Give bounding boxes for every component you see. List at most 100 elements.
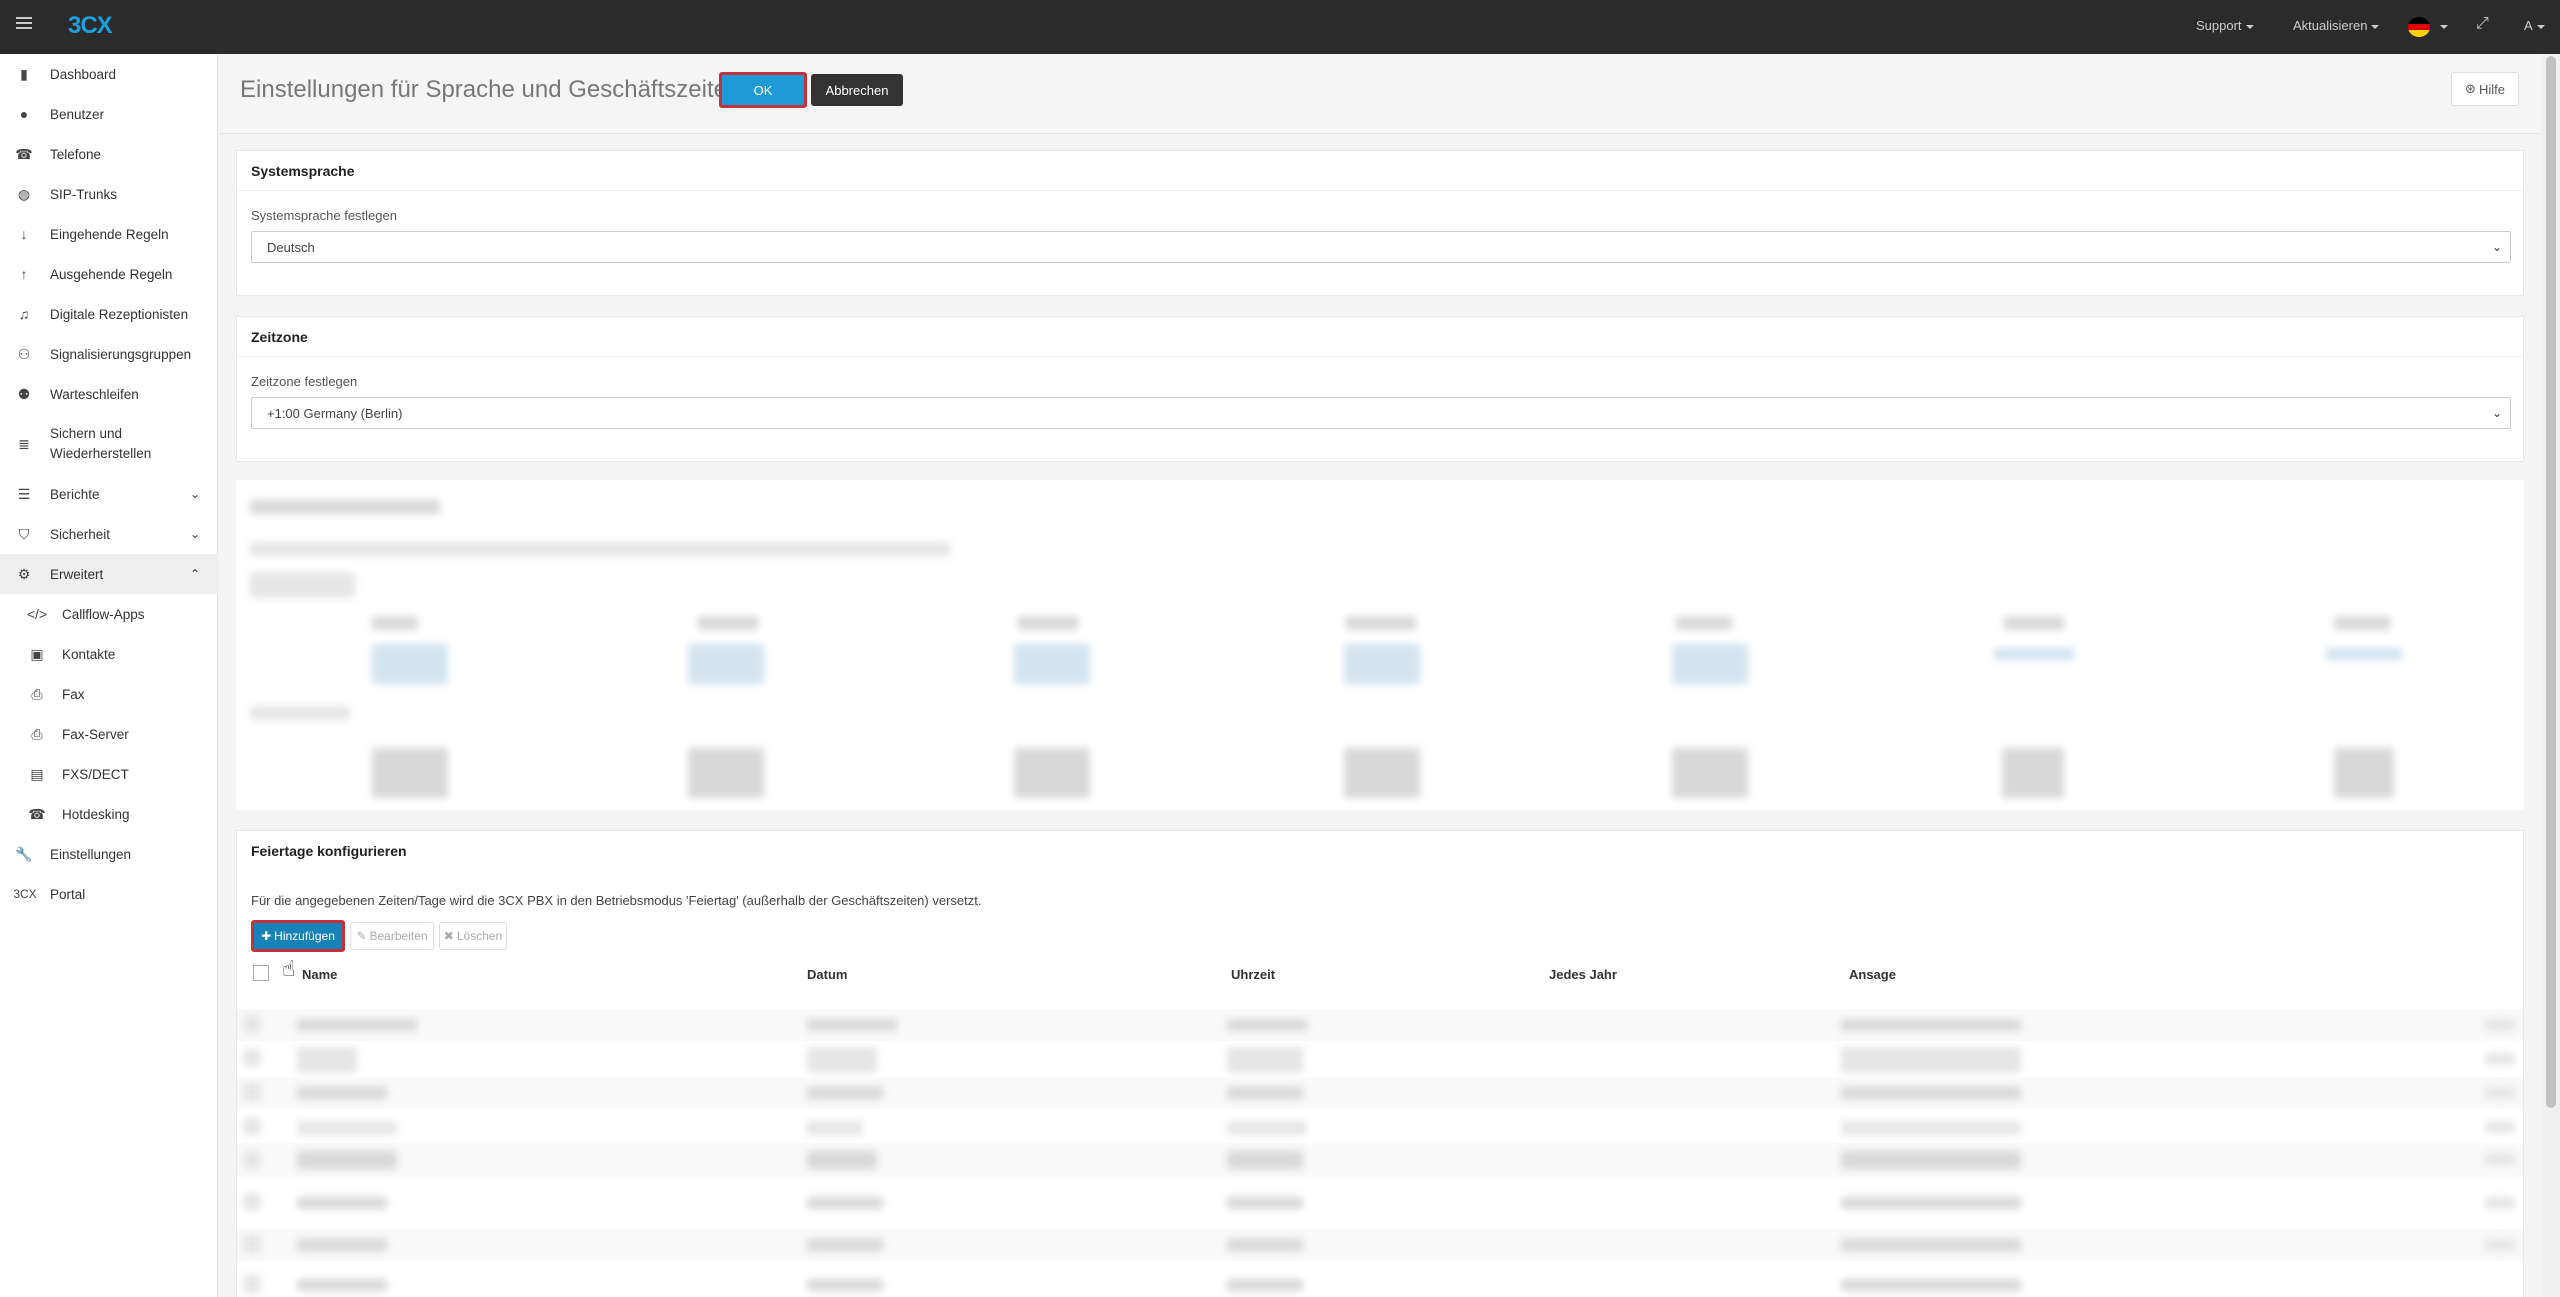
sidebar-item-users[interactable]: ● Benutzer (0, 94, 218, 134)
blurred-section-title (250, 500, 440, 514)
holidays-section-title: Feiertage konfigurieren (251, 843, 407, 859)
table-row[interactable] (237, 1111, 2523, 1143)
sidebar-item-callflow-apps[interactable]: </> Callflow-Apps (0, 594, 218, 634)
delete-holiday-button[interactable]: ✖ Löschen (439, 922, 507, 950)
language-select[interactable]: Deutsch ⌄ (251, 231, 2511, 263)
cog-icon: ⚙ (17, 565, 31, 582)
arrow-up-icon: ↑ (20, 266, 28, 282)
wrench-icon: 🔧 (15, 845, 33, 862)
sidebar-item-outbound-rules[interactable]: ↑ Ausgehende Regeln (0, 254, 218, 294)
fullscreen-icon[interactable]: ⤢ (2476, 15, 2489, 33)
column-header-time[interactable]: Uhrzeit (1231, 967, 1275, 982)
top-bar: 3CX Support Aktualisieren ⤢ A (0, 0, 2560, 54)
chevron-down-icon: ⌄ (2491, 406, 2502, 420)
fax-icon: ⎙ (31, 685, 43, 702)
chevron-up-icon: ⌃ (189, 567, 200, 581)
list-icon: ☰ (17, 485, 31, 502)
close-icon: ✖ (443, 929, 454, 943)
table-row[interactable] (237, 1187, 2523, 1219)
user-icon: ● (19, 106, 29, 122)
support-menu[interactable]: Support (2196, 18, 2254, 33)
help-icon: ⊛ (2465, 81, 2476, 96)
sidebar-item-reports[interactable]: ☰ Berichte ⌄ (0, 474, 218, 514)
blurred-description (250, 542, 950, 556)
help-button[interactable]: ⊛ Hilfe (2451, 72, 2519, 106)
plus-icon: ✚ (261, 929, 272, 943)
table-row[interactable] (237, 1043, 2523, 1075)
sidebar-item-digital-receptionists[interactable]: ♫ Digitale Rezeptionisten (0, 294, 218, 334)
database-icon: ≣ (18, 435, 30, 452)
logo[interactable]: 3CX (68, 12, 113, 40)
hamburger-menu-icon[interactable] (16, 17, 32, 33)
hotdesk-phone-icon: ☎ (28, 805, 46, 822)
ok-button[interactable]: OK (719, 72, 807, 108)
sidebar-item-contacts[interactable]: ▣ Kontakte (0, 634, 218, 674)
page-scrollbar[interactable] (2542, 54, 2560, 1297)
sidebar-item-queues[interactable]: ⚉ Warteschleifen (0, 374, 218, 414)
sidebar-item-hotdesking[interactable]: ☎ Hotdesking (0, 794, 218, 834)
sidebar-item-fxs-dect[interactable]: ▤ FXS/DECT (0, 754, 218, 794)
holidays-description: Für die angegebenen Zeiten/Tage wird die… (251, 893, 982, 908)
language-panel: Systemsprache Systemsprache festlegen De… (236, 150, 2524, 296)
caret-down-icon (2245, 24, 2254, 29)
shield-icon: ⛉ (18, 525, 30, 542)
sidebar-item-inbound-rules[interactable]: ↓ Eingehende Regeln (0, 214, 218, 254)
user-menu[interactable]: A (2524, 18, 2545, 33)
sidebar-item-portal[interactable]: 3CX Portal (0, 874, 218, 914)
contact-book-icon: ▣ (30, 645, 44, 662)
table-row[interactable] (237, 1077, 2523, 1109)
timezone-field-label: Zeitzone festlegen (251, 374, 358, 389)
timezone-select[interactable]: +1:00 Germany (Berlin) ⌄ (251, 397, 2511, 429)
headset-icon: ♫ (18, 306, 30, 322)
chevron-down-icon: ⌄ (189, 487, 200, 501)
sidebar-item-backup-restore[interactable]: ≣ Sichern und Wiederherstellen (0, 414, 218, 474)
sidebar-item-settings[interactable]: 🔧 Einstellungen (0, 834, 218, 874)
sidebar-item-advanced[interactable]: ⚙ Erweitert ⌃ (0, 554, 218, 594)
table-row[interactable] (237, 1271, 2523, 1297)
phone-icon: ☎ (15, 145, 33, 162)
caret-down-icon (2440, 24, 2448, 29)
caret-down-icon (2371, 24, 2380, 29)
device-icon: ▤ (30, 765, 44, 782)
sidebar-item-security[interactable]: ⛉ Sicherheit ⌄ (0, 514, 218, 554)
fax-server-icon: ⎙ (31, 725, 43, 742)
code-icon: </> (26, 606, 48, 622)
group-icon: ⚇ (17, 345, 31, 362)
office-hours-panel-blurred (236, 480, 2524, 810)
language-field-label: Systemsprache festlegen (251, 208, 397, 223)
update-menu[interactable]: Aktualisieren (2293, 18, 2380, 33)
chevron-down-icon: ⌄ (189, 527, 200, 541)
sidebar-item-fax[interactable]: ⎙ Fax (0, 674, 218, 714)
mouse-pointer-icon: ☝ (282, 956, 296, 981)
sidebar-item-fax-server[interactable]: ⎙ Fax-Server (0, 714, 218, 754)
flag-caret[interactable] (2436, 18, 2448, 33)
column-header-every-year[interactable]: Jedes Jahr (1549, 967, 1617, 982)
table-row[interactable] (237, 1229, 2523, 1261)
caret-down-icon (2536, 24, 2545, 29)
sidebar-item-ring-groups[interactable]: ⚇ Signalisierungsgruppen (0, 334, 218, 374)
timezone-panel: Zeitzone Zeitzone festlegen +1:00 German… (236, 316, 2524, 462)
sidebar-item-phones[interactable]: ☎ Telefone (0, 134, 218, 174)
bar-chart-icon: ▮ (20, 65, 28, 82)
blurred-label (250, 572, 355, 598)
add-holiday-button[interactable]: ✚ Hinzufügen (251, 920, 345, 952)
page-header: Einstellungen für Sprache und Geschäftsz… (219, 54, 2541, 134)
select-all-checkbox[interactable] (253, 965, 269, 981)
pencil-icon: ✎ (356, 929, 367, 943)
language-flag-icon[interactable] (2408, 17, 2430, 37)
sidebar-item-sip-trunks[interactable]: ◍ SIP-Trunks (0, 174, 218, 214)
arrow-down-icon: ↓ (20, 226, 28, 242)
blurred-label (250, 706, 350, 720)
edit-holiday-button[interactable]: ✎ Bearbeiten (350, 922, 434, 950)
scrollbar-thumb[interactable] (2546, 56, 2556, 1108)
column-header-date[interactable]: Datum (807, 967, 847, 982)
column-header-announcement[interactable]: Ansage (1849, 967, 1896, 982)
table-row[interactable] (237, 1143, 2523, 1177)
sidebar-item-dashboard[interactable]: ▮ Dashboard (0, 54, 218, 94)
column-header-name[interactable]: Name (302, 967, 337, 982)
language-section-title: Systemsprache (237, 151, 2523, 191)
chevron-down-icon: ⌄ (2491, 240, 2502, 254)
cancel-button[interactable]: Abbrechen (811, 74, 903, 106)
table-row[interactable] (237, 1009, 2523, 1041)
globe-icon: ◍ (17, 185, 31, 202)
